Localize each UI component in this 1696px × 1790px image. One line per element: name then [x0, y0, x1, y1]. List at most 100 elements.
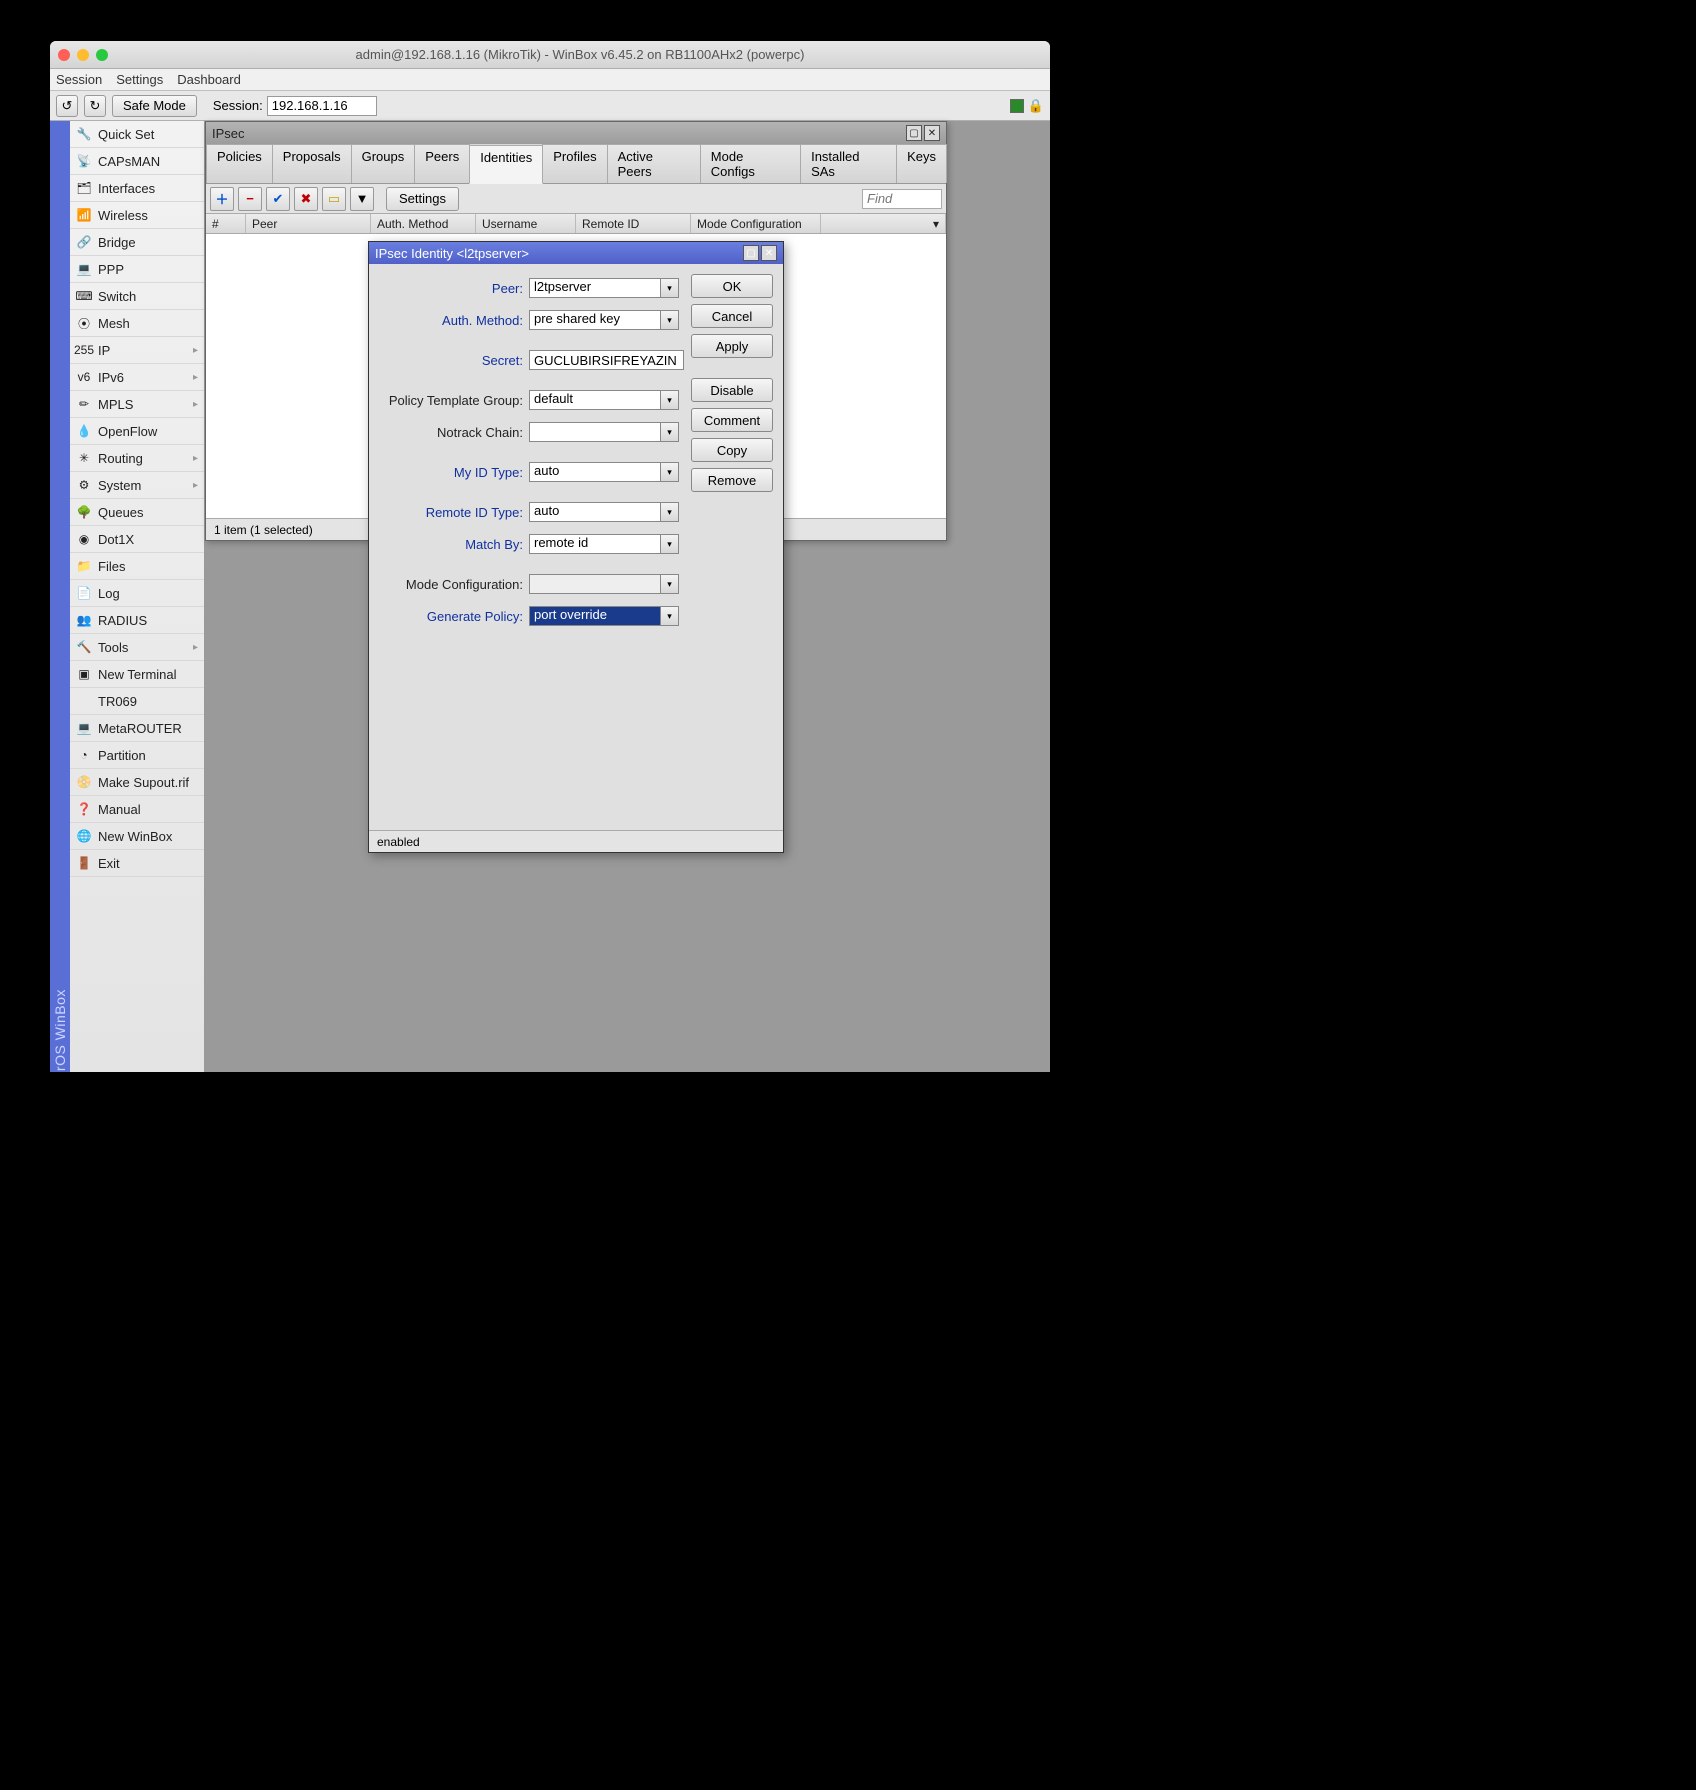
apply-button[interactable]: Apply	[691, 334, 773, 358]
sidebar-item-ipv6[interactable]: v6IPv6▸	[70, 364, 204, 391]
chevron-down-icon[interactable]: ▾	[661, 502, 679, 522]
sidebar-item-metarouter[interactable]: 💻MetaROUTER	[70, 715, 204, 742]
menu-session[interactable]: Session	[56, 72, 102, 87]
minimize-icon[interactable]	[77, 49, 89, 61]
sidebar-item-tr069[interactable]: TR069	[70, 688, 204, 715]
tab-peers[interactable]: Peers	[414, 144, 470, 183]
tab-installed-sas[interactable]: Installed SAs	[800, 144, 897, 183]
sidebar-item-new-winbox[interactable]: 🌐New WinBox	[70, 823, 204, 850]
sidebar-item-tools[interactable]: 🔨Tools▸	[70, 634, 204, 661]
filter-icon[interactable]: ▼	[350, 187, 374, 211]
notrack-field[interactable]	[529, 422, 661, 442]
sidebar-item-new-terminal[interactable]: ▣New Terminal	[70, 661, 204, 688]
session-field[interactable]	[267, 96, 377, 116]
tab-groups[interactable]: Groups	[351, 144, 416, 183]
sidebar-item-manual[interactable]: ❓Manual	[70, 796, 204, 823]
sidebar-item-exit[interactable]: 🚪Exit	[70, 850, 204, 877]
column-header[interactable]: Username	[476, 214, 576, 233]
find-input[interactable]	[862, 189, 942, 209]
tab-mode-configs[interactable]: Mode Configs	[700, 144, 801, 183]
auth-field[interactable]: pre shared key	[529, 310, 661, 330]
sidebar-item-radius[interactable]: 👥RADIUS	[70, 607, 204, 634]
comment-icon[interactable]: ▭	[322, 187, 346, 211]
field-row-ptg: Policy Template Group:default▾	[379, 386, 681, 414]
remoteid-field[interactable]: auto	[529, 502, 661, 522]
close-icon[interactable]	[58, 49, 70, 61]
sidebar-item-files[interactable]: 📁Files	[70, 553, 204, 580]
chevron-down-icon[interactable]: ▾	[661, 574, 679, 594]
sidebar-item-capsman[interactable]: 📡CAPsMAN	[70, 148, 204, 175]
secret-field[interactable]	[529, 350, 684, 370]
disable-icon[interactable]: ✖	[294, 187, 318, 211]
restore-icon[interactable]: ▢	[906, 125, 922, 141]
sidebar-item-make-supout-rif[interactable]: 📀Make Supout.rif	[70, 769, 204, 796]
ok-button[interactable]: OK	[691, 274, 773, 298]
cancel-button[interactable]: Cancel	[691, 304, 773, 328]
chevron-down-icon[interactable]: ▾	[661, 422, 679, 442]
lock-icon: 🔒	[1028, 98, 1044, 114]
comment-button[interactable]: Comment	[691, 408, 773, 432]
chevron-down-icon[interactable]: ▾	[661, 390, 679, 410]
sidebar-item-switch[interactable]: ⌨Switch	[70, 283, 204, 310]
remove-button[interactable]: Remove	[691, 468, 773, 492]
sidebar-item-openflow[interactable]: 💧OpenFlow	[70, 418, 204, 445]
sidebar-item-bridge[interactable]: 🔗Bridge	[70, 229, 204, 256]
tab-keys[interactable]: Keys	[896, 144, 947, 183]
ipsec-titlebar[interactable]: IPsec ▢ ✕	[206, 122, 946, 144]
sidebar-item-queues[interactable]: 🌳Queues	[70, 499, 204, 526]
tab-active-peers[interactable]: Active Peers	[607, 144, 701, 183]
tab-proposals[interactable]: Proposals	[272, 144, 352, 183]
chevron-down-icon[interactable]: ▾	[661, 310, 679, 330]
sidebar-item-ppp[interactable]: 💻PPP	[70, 256, 204, 283]
modeconf-field[interactable]	[529, 574, 661, 594]
field-row-myid: My ID Type:auto▾	[379, 458, 681, 486]
sidebar-item-dot1x[interactable]: ◉Dot1X	[70, 526, 204, 553]
enable-icon[interactable]: ✔	[266, 187, 290, 211]
tab-profiles[interactable]: Profiles	[542, 144, 607, 183]
sidebar-item-quick-set[interactable]: 🔧Quick Set	[70, 121, 204, 148]
chevron-down-icon[interactable]: ▾	[661, 534, 679, 554]
close-window-icon[interactable]: ✕	[924, 125, 940, 141]
disable-button[interactable]: Disable	[691, 378, 773, 402]
column-menu-icon[interactable]: ▾	[821, 214, 946, 233]
column-header[interactable]: Peer	[246, 214, 371, 233]
dialog-close-icon[interactable]: ✕	[761, 245, 777, 261]
safe-mode-button[interactable]: Safe Mode	[112, 95, 197, 117]
sidebar-item-mesh[interactable]: ⦿Mesh	[70, 310, 204, 337]
sidebar-item-interfaces[interactable]: 🗂Interfaces	[70, 175, 204, 202]
dialog-titlebar[interactable]: IPsec Identity <l2tpserver> ▢ ✕	[369, 242, 783, 264]
redo-button[interactable]: ↻	[84, 95, 106, 117]
column-header[interactable]: #	[206, 214, 246, 233]
zoom-icon[interactable]	[96, 49, 108, 61]
myid-field[interactable]: auto	[529, 462, 661, 482]
column-header[interactable]: Auth. Method	[371, 214, 476, 233]
undo-button[interactable]: ↺	[56, 95, 78, 117]
ptg-field[interactable]: default	[529, 390, 661, 410]
chevron-down-icon[interactable]: ▾	[661, 606, 679, 626]
sidebar-item-ip[interactable]: 255IP▸	[70, 337, 204, 364]
remove-icon[interactable]: −	[238, 187, 262, 211]
column-header[interactable]: Mode Configuration	[691, 214, 821, 233]
sidebar-item-system[interactable]: ⚙System▸	[70, 472, 204, 499]
sidebar-item-log[interactable]: 📄Log	[70, 580, 204, 607]
copy-button[interactable]: Copy	[691, 438, 773, 462]
chevron-down-icon[interactable]: ▾	[661, 278, 679, 298]
sidebar-item-partition[interactable]: ◔Partition	[70, 742, 204, 769]
tab-identities[interactable]: Identities	[469, 145, 543, 184]
add-icon[interactable]: ＋	[210, 187, 234, 211]
match-field[interactable]: remote id	[529, 534, 661, 554]
chevron-down-icon[interactable]: ▾	[661, 462, 679, 482]
sidebar-item-routing[interactable]: ✳Routing▸	[70, 445, 204, 472]
genpol-field[interactable]: port override	[529, 606, 661, 626]
menu-dashboard[interactable]: Dashboard	[177, 72, 241, 87]
tab-policies[interactable]: Policies	[206, 144, 273, 183]
brand-strip: RouterOS WinBox	[50, 121, 70, 1072]
settings-button[interactable]: Settings	[386, 187, 459, 211]
sidebar-item-mpls[interactable]: ✏MPLS▸	[70, 391, 204, 418]
column-header[interactable]: Remote ID	[576, 214, 691, 233]
peer-field[interactable]: l2tpserver	[529, 278, 661, 298]
dialog-restore-icon[interactable]: ▢	[743, 245, 759, 261]
menu-settings[interactable]: Settings	[116, 72, 163, 87]
chevron-right-icon: ▸	[193, 399, 198, 410]
sidebar-item-wireless[interactable]: 📶Wireless	[70, 202, 204, 229]
